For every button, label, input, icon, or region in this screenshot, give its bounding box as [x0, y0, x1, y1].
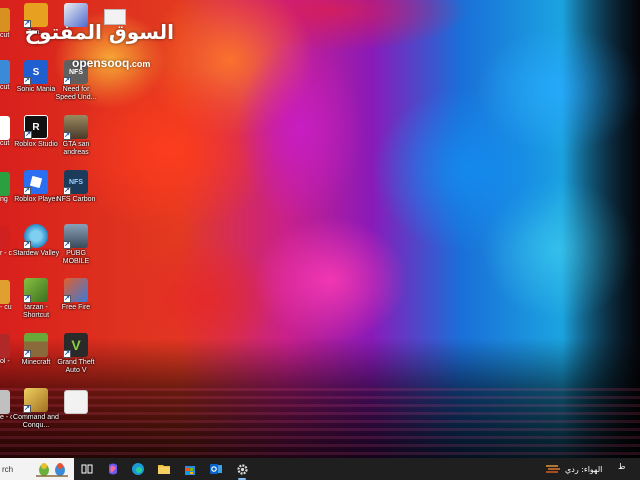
desktop-icon-gta-san-andreas[interactable]: ↗ GTA san andreas — [52, 115, 100, 157]
copilot-button[interactable] — [105, 461, 121, 477]
copilot-icon — [109, 463, 117, 475]
taskbar-search-box[interactable]: rch — [0, 458, 74, 480]
command-and-conquer-icon: ↗ — [23, 388, 48, 413]
file-icon — [64, 390, 88, 414]
weather-widget[interactable]: الهواء: ردي — [545, 462, 602, 476]
desktop-icon-edge-2[interactable]: cut — [0, 60, 12, 92]
desktop-icon-pubg-mobile[interactable]: ↗ PUBG MOBILE — [52, 224, 100, 266]
gta-san-andreas-icon: ↗ — [63, 115, 88, 140]
opensooq-watermark: السوق المفتوح opensooq.com — [24, 20, 174, 70]
desktop-icon-nfs-carbon[interactable]: NFS ↗ NFS Carbon — [52, 170, 100, 204]
microsoft-store-button[interactable] — [182, 461, 198, 477]
desktop-icon-gta-v[interactable]: V ↗ Grand Theft Auto V — [52, 333, 100, 375]
desktop-icon-edge-5[interactable]: r - cut — [0, 226, 12, 258]
minecraft-icon: ↗ — [23, 333, 48, 358]
edge-browser-button[interactable] — [130, 461, 146, 477]
gear-icon — [236, 463, 248, 475]
taskbar: rch الهواء: ردي ط — [0, 458, 640, 480]
file-explorer-button[interactable] — [156, 461, 172, 477]
free-fire-icon: ↗ — [63, 278, 88, 303]
roblox-studio-icon: R ↗ — [24, 115, 48, 139]
task-view-button[interactable] — [79, 461, 95, 477]
folder-icon — [158, 465, 170, 474]
edge-icon — [132, 463, 144, 475]
weather-haze-icon — [546, 465, 560, 473]
stardew-valley-icon: ↗ — [23, 224, 48, 249]
desktop-icon-edge-7[interactable]: ol - cut — [0, 334, 12, 366]
tarzan-icon: ↗ — [23, 278, 48, 303]
outlook-icon — [210, 464, 222, 474]
desktop-icon-edge-4[interactable]: ng — [0, 172, 12, 204]
store-icon — [185, 466, 195, 475]
desktop-icon-edge-6[interactable]: - cut — [0, 280, 12, 312]
grand-theft-auto-v-icon: V ↗ — [63, 333, 88, 358]
outlook-button[interactable] — [208, 461, 224, 477]
desktop-icon-edge-1[interactable]: cut — [0, 8, 12, 40]
settings-button[interactable] — [234, 461, 250, 480]
birds-search-highlight-icon — [36, 463, 68, 477]
desktop-icon-free-fire[interactable]: ↗ Free Fire — [52, 278, 100, 312]
watermark-domain: opensooq.com — [72, 56, 151, 70]
task-view-icon — [81, 464, 93, 474]
pubg-mobile-icon: ↗ — [63, 224, 88, 249]
tray-clipped-item[interactable]: ط — [618, 462, 625, 471]
roblox-player-icon: ↗ — [23, 170, 48, 195]
desktop-icon-edge-3[interactable]: cut — [0, 116, 12, 148]
nfs-carbon-icon: NFS ↗ — [63, 170, 88, 195]
desktop-icon-file[interactable] — [52, 390, 100, 414]
desktop-icon-edge-8[interactable]: e - cut — [0, 390, 12, 422]
